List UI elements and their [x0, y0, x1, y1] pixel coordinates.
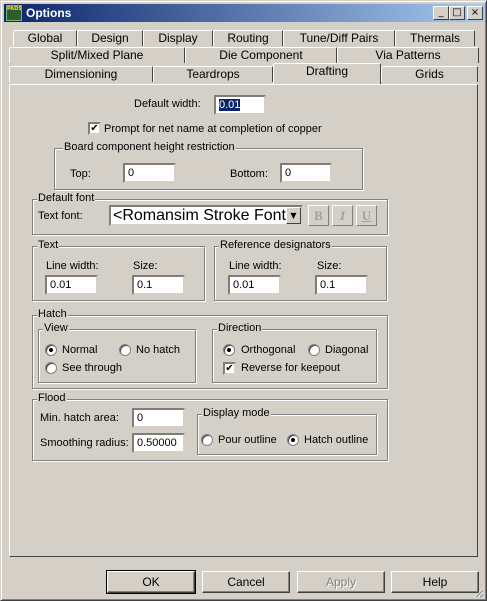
- prompt-net-name-checkbox[interactable]: ✔: [88, 122, 101, 135]
- pads-app-icon: PADS: [6, 5, 22, 21]
- pour-outline-radio[interactable]: [201, 434, 213, 446]
- underline-button[interactable]: U: [356, 205, 377, 226]
- ok-button[interactable]: OK: [106, 570, 196, 594]
- ref-des-title: Reference designators: [219, 239, 332, 251]
- tab-display[interactable]: Display: [143, 30, 213, 46]
- cancel-button[interactable]: Cancel: [202, 571, 290, 593]
- ref-des-line-width-label: Line width:: [229, 260, 282, 272]
- direction-diagonal-label: Diagonal: [325, 344, 369, 356]
- min-hatch-area-label: Min. hatch area:: [40, 412, 119, 424]
- view-normal-radio[interactable]: [45, 344, 57, 356]
- hatch-title: Hatch: [37, 308, 68, 320]
- close-button[interactable]: ×: [467, 6, 483, 20]
- view-no-hatch-label: No hatch: [136, 344, 181, 356]
- smoothing-radius-input[interactable]: 0.50000: [132, 433, 185, 453]
- view-normal-label: Normal: [62, 344, 98, 356]
- ref-des-size-input[interactable]: 0.1: [315, 275, 368, 295]
- maximize-button[interactable]: □: [449, 6, 465, 20]
- hatch-outline-label: Hatch outline: [304, 434, 369, 446]
- top-label: Top:: [70, 168, 91, 180]
- text-font-value: <Romansim Stroke Font>: [113, 207, 296, 224]
- reverse-keepout-label: Reverse for keepout: [241, 362, 341, 374]
- tab-die-component[interactable]: Die Component: [185, 47, 337, 63]
- title-bar[interactable]: PADS Options _ □ ×: [4, 4, 485, 22]
- default-font-title: Default font: [37, 192, 96, 204]
- text-size-input[interactable]: 0.1: [132, 275, 185, 295]
- hatch-outline-radio[interactable]: [287, 434, 299, 446]
- default-width-label: Default width:: [134, 98, 201, 110]
- direction-orthogonal-label: Orthogonal: [241, 344, 296, 356]
- hatch-direction-title: Direction: [217, 322, 263, 334]
- window-title: Options: [26, 6, 72, 20]
- text-font-label: Text font:: [38, 210, 83, 222]
- text-size-label: Size:: [133, 260, 158, 272]
- pour-outline-label: Pour outline: [218, 434, 277, 446]
- italic-button[interactable]: I: [332, 205, 353, 226]
- direction-orthogonal-radio[interactable]: [223, 344, 235, 356]
- tab-tune-diff-pairs[interactable]: Tune/Diff Pairs: [283, 30, 395, 46]
- tab-drafting[interactable]: Drafting: [273, 63, 381, 84]
- minimize-button[interactable]: _: [433, 6, 449, 20]
- tab-split-mixed-plane[interactable]: Split/Mixed Plane: [9, 47, 185, 63]
- text-line-width-label: Line width:: [46, 260, 99, 272]
- default-width-value: 0.01: [219, 99, 241, 111]
- default-width-input[interactable]: 0.01: [214, 95, 266, 115]
- bold-button[interactable]: B: [308, 205, 329, 226]
- help-button[interactable]: Help: [391, 571, 479, 593]
- min-hatch-area-input[interactable]: 0: [132, 408, 185, 428]
- hatch-view-title: View: [43, 322, 69, 334]
- reverse-keepout-checkbox[interactable]: ✔: [223, 362, 236, 375]
- tab-thermals[interactable]: Thermals: [395, 30, 475, 46]
- bottom-label: Bottom:: [230, 168, 268, 180]
- ref-des-size-label: Size:: [317, 260, 342, 272]
- text-line-width-input[interactable]: 0.01: [45, 275, 98, 295]
- resize-grip-icon[interactable]: [474, 588, 484, 598]
- top-height-input[interactable]: 0: [123, 163, 176, 183]
- apply-button[interactable]: Apply: [297, 571, 385, 593]
- smoothing-radius-label: Smoothing radius:: [40, 437, 129, 449]
- tab-routing[interactable]: Routing: [213, 30, 283, 46]
- tab-grids[interactable]: Grids: [381, 66, 478, 82]
- tab-teardrops[interactable]: Teardrops: [153, 66, 273, 82]
- board-height-title: Board component height restriction: [63, 141, 236, 153]
- tab-dimensioning[interactable]: Dimensioning: [9, 66, 153, 82]
- tab-global[interactable]: Global: [13, 30, 77, 46]
- tab-via-patterns[interactable]: Via Patterns: [337, 47, 479, 63]
- options-dialog: PADS Options _ □ × Global Design Display…: [0, 0, 487, 601]
- chevron-down-icon[interactable]: ▼: [286, 207, 301, 224]
- tab-design[interactable]: Design: [77, 30, 143, 46]
- direction-diagonal-radio[interactable]: [308, 344, 320, 356]
- prompt-net-name-label: Prompt for net name at completion of cop…: [104, 123, 322, 135]
- text-group-title: Text: [37, 239, 60, 251]
- view-see-through-radio[interactable]: [45, 362, 57, 374]
- view-see-through-label: See through: [62, 362, 122, 374]
- ref-des-line-width-input[interactable]: 0.01: [228, 275, 281, 295]
- flood-title: Flood: [37, 392, 67, 404]
- hatch-direction-group: Direction: [212, 322, 377, 383]
- display-mode-title: Display mode: [202, 407, 271, 419]
- bottom-height-input[interactable]: 0: [280, 163, 332, 183]
- text-font-select[interactable]: <Romansim Stroke Font> ▼: [109, 205, 303, 226]
- hatch-view-group: View: [38, 322, 196, 383]
- view-no-hatch-radio[interactable]: [119, 344, 131, 356]
